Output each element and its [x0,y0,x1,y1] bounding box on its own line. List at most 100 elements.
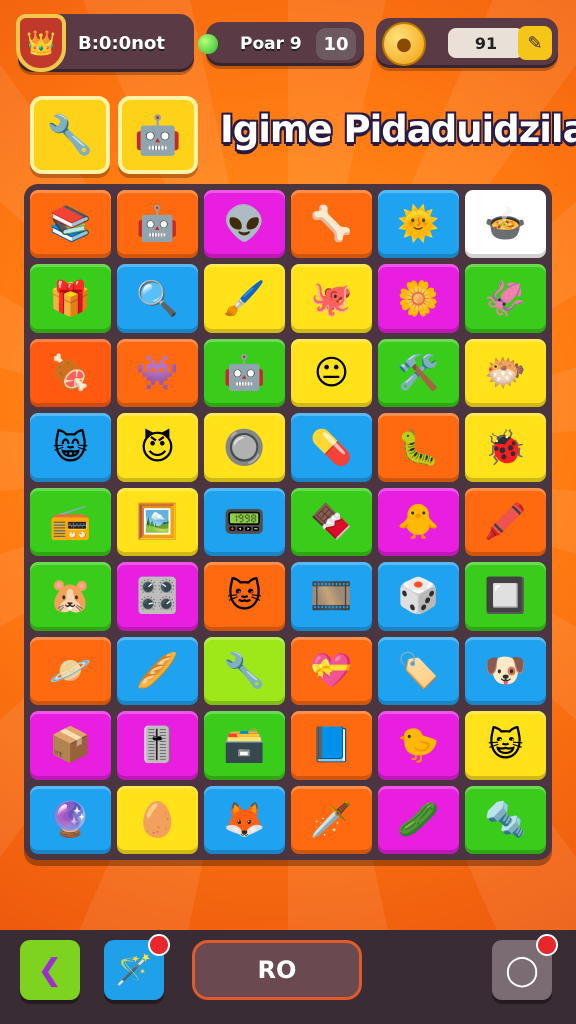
board-tile[interactable]: 🦊 [204,785,285,854]
tile-grid: 📚 🤖 👽 🦴 🌞 🍲 🎁 🔍 🖌️ 🐙 🌼 🦑 🍖 👾 🤖 😐 🛠️ 🐡 😸 😈 🔘 💊 🐛 🐞 📻 🖼️ 📟 🍫 🐥 🖍️ 🐹 🎛️ 🐱 🎞️… [30,190,546,854]
tile-icon: 🥚 [136,799,179,840]
board-tile[interactable]: 😺 [465,711,546,780]
robot-face-icon: 🤖 [134,112,182,157]
board-tile[interactable]: 🎁 [30,264,111,333]
tile-icon: 🌞 [397,204,440,245]
board-tile[interactable]: 🖌️ [204,264,285,333]
board-tile[interactable]: 🤖 [204,338,285,408]
board-tile[interactable]: 🖼️ [117,487,198,557]
board-tile[interactable]: 🥒 [378,785,459,854]
board-tile[interactable]: 🐡 [465,338,546,408]
tile-icon: 😈 [139,427,176,468]
board-tile[interactable]: 🔲 [465,562,546,631]
board-tile[interactable]: 🎚️ [117,711,198,780]
tile-icon: 🐞 [484,427,527,468]
board-tile[interactable]: 🍖 [30,338,111,408]
tile-icon: 😸 [52,427,89,468]
tile-icon: 🎲 [397,576,440,617]
tile-icon: 🪐 [49,650,92,691]
board-tile[interactable]: 🐶 [465,636,546,706]
board-tile[interactable]: 🐞 [465,413,546,482]
tile-icon: 🐶 [484,650,527,691]
tile-icon: 🎚️ [136,725,179,766]
board-tile[interactable]: 📦 [30,711,111,780]
board-tile[interactable]: 🎞️ [291,562,372,631]
tile-icon: 🖌️ [223,278,266,319]
board-tile[interactable]: 🔮 [30,785,111,854]
tile-icon: 🎛️ [136,576,179,617]
board-tile[interactable]: 📻 [30,487,111,557]
board-tile[interactable]: 💊 [291,413,372,482]
board-tile[interactable]: 🔍 [117,264,198,333]
board-tile[interactable]: 📟 [204,487,285,557]
tile-icon: 🦑 [484,278,527,319]
board-tile[interactable]: 🐛 [378,413,459,482]
board-tile[interactable]: 🐤 [378,711,459,780]
tile-icon: 🏷️ [397,650,440,691]
board-tile[interactable]: 🪐 [30,636,111,706]
tile-icon: 💝 [310,650,353,691]
go-button[interactable]: RO [192,940,362,1000]
coins-value: 91 [448,28,524,58]
board-tile[interactable]: 🐙 [291,264,372,333]
coins-pill[interactable]: ● 91 ✎ [376,18,558,68]
level-pill[interactable]: Poar 9 10 [198,22,364,66]
board-tile[interactable]: 🗡️ [291,785,372,854]
board-tile[interactable]: 👽 [204,190,285,259]
tile-icon: 😺 [487,725,524,766]
board-tile[interactable]: 🔘 [204,413,285,482]
board-tile[interactable]: 🐱 [204,562,285,631]
board-tile[interactable]: 👾 [117,338,198,408]
board-tile[interactable]: 📚 [30,190,111,259]
board-tile[interactable]: 🍲 [465,190,546,259]
tile-icon: 📻 [49,501,92,542]
tile-icon: 🦴 [310,204,353,245]
game-title: Igime Pidaduidzila [220,108,576,151]
board-tile[interactable]: 🎲 [378,562,459,631]
bottom-bar: ❮ 🪄 RO ◯ [0,930,576,1024]
tile-icon: 📟 [223,501,266,542]
player-pill[interactable]: 👑 B:0:0not [16,14,194,72]
board-tile[interactable]: 🤖 [117,190,198,259]
pencil-icon[interactable]: ✎ [518,26,552,60]
board-tile[interactable]: 📘 [291,711,372,780]
board-tile[interactable]: 🎛️ [117,562,198,631]
tile-icon: 💊 [310,427,353,468]
board-tile[interactable]: 💝 [291,636,372,706]
board-tile[interactable]: 🦴 [291,190,372,259]
board-tile[interactable]: 😐 [291,338,372,408]
board-tile[interactable]: 🔩 [465,785,546,854]
board-tile[interactable]: 🌞 [378,190,459,259]
settings-button[interactable]: ◯ [492,934,558,1000]
board-tile[interactable]: 🐹 [30,562,111,631]
tile-icon: 🐡 [484,353,527,394]
tile-icon: 🤖 [136,204,179,245]
board-tile[interactable]: 🦑 [465,264,546,333]
board-tile[interactable]: 😈 [117,413,198,482]
tool-button-robot[interactable]: 🤖 [118,96,198,174]
board-tile[interactable]: 🥚 [117,785,198,854]
board-tile[interactable]: 🖍️ [465,487,546,557]
tile-icon: 🔲 [484,576,527,617]
board-tile[interactable]: 🍫 [291,487,372,557]
board-tile[interactable]: 🛠️ [378,338,459,408]
board-tile[interactable]: 🥖 [117,636,198,706]
tile-icon: 🐙 [310,278,353,319]
tile-icon: 🖍️ [484,501,527,542]
tool-button-wrench[interactable]: 🔧 [30,96,110,174]
board-tile[interactable]: 🗃️ [204,711,285,780]
tile-icon: 🗃️ [223,725,266,766]
tile-icon: 📚 [49,204,92,245]
board-tile[interactable]: 🏷️ [378,636,459,706]
back-button[interactable]: ❮ [20,940,80,1000]
tile-icon: 👽 [223,204,266,245]
tile-icon: 🔍 [136,278,179,319]
board-tile[interactable]: 🔧 [204,636,285,706]
board-tile[interactable]: 🌼 [378,264,459,333]
wrench-tool-icon: 🔧 [46,112,94,157]
player-label: B:0:0not [78,32,165,54]
magic-button[interactable]: 🪄 [104,934,170,1000]
board-tile[interactable]: 😸 [30,413,111,482]
tile-icon: 🍖 [49,353,92,394]
board-tile[interactable]: 🐥 [378,487,459,557]
